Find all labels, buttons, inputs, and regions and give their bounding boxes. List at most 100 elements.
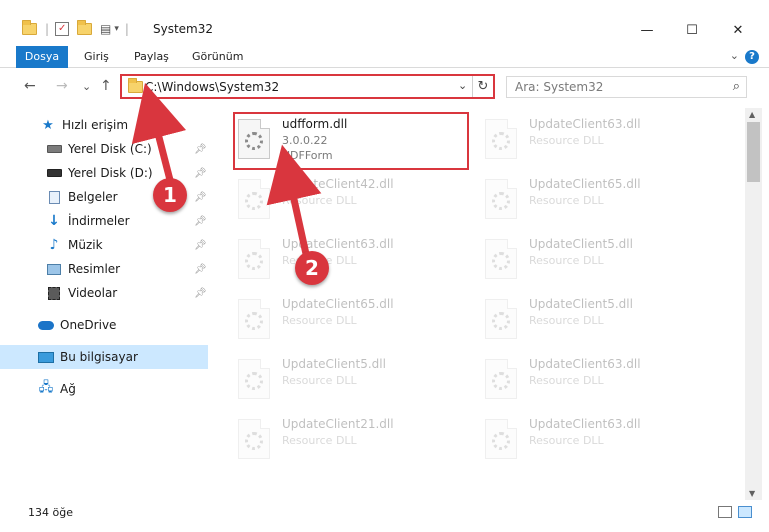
pin-icon[interactable]: 📌︎ [194,240,207,251]
file-type: Resource DLL [529,314,604,327]
minimize-button[interactable]: — [624,16,670,44]
search-input[interactable]: Ara: System32 [515,80,603,94]
help-icon[interactable]: ? [745,50,759,64]
file-type: Resource DLL [529,434,604,447]
disk-icon [46,142,62,156]
sidebar-item-label: Videolar [68,286,118,300]
cloud-icon [38,318,54,332]
folder-icon[interactable] [22,20,37,35]
file-item[interactable]: UpdateClient42.dll Resource DLL [232,175,462,227]
forward-button[interactable]: → [56,78,68,94]
file-type: Resource DLL [529,194,604,207]
file-type: Resource DLL [282,194,357,207]
search-box[interactable]: Ara: System32 ⌕ [506,76,747,98]
pin-icon[interactable]: 📌︎ [194,192,207,203]
disk-icon [46,166,62,180]
file-item[interactable]: UpdateClient5.dll Resource DLL [479,235,709,287]
file-type: Resource DLL [529,134,604,147]
pin-icon[interactable]: 📌︎ [194,144,207,155]
music-icon: ♪ [49,237,59,253]
address-bar[interactable]: C:\Windows\System32 ⌄ ↻ [120,74,495,99]
star-icon: ★ [42,117,54,133]
sidebar-item-label: Müzik [68,238,103,252]
file-item[interactable]: UpdateClient65.dll Resource DLL [232,295,462,347]
window-title: System32 [153,22,214,36]
file-type: Resource DLL [529,254,604,267]
customize-icon[interactable]: ▤ [100,22,111,36]
file-name: UpdateClient21.dll [282,417,394,431]
sidebar-item-network[interactable]: 🖧︎ Ağ [0,377,208,401]
sidebar-item-disk-c[interactable]: Yerel Disk (C:) 📌︎ [0,137,208,161]
sidebar-item-label: Belgeler [68,190,118,204]
dll-file-icon [485,179,517,219]
folder-icon [128,78,143,93]
pin-icon[interactable]: 📌︎ [194,168,207,179]
sidebar-item-label: Yerel Disk (C:) [68,142,152,156]
sidebar-item-videos[interactable]: Videolar 📌︎ [0,281,208,305]
downloads-icon: ↓ [48,213,60,229]
back-button[interactable]: ← [24,78,36,94]
pictures-icon [46,262,62,276]
details-view-icon[interactable] [718,506,732,518]
highlight-frame [233,112,469,170]
navigation-pane: ★ Hızlı erişim Yerel Disk (C:) 📌︎ Yerel … [0,110,210,500]
file-type: Resource DLL [282,434,357,447]
file-item[interactable]: UpdateClient63.dll Resource DLL [479,415,709,467]
file-name: UpdateClient42.dll [282,177,394,191]
customize-dropdown-icon[interactable]: ▾ [114,24,119,34]
scroll-up-icon[interactable]: ▲ [749,110,755,119]
file-item[interactable]: UpdateClient63.dll Resource DLL [479,355,709,407]
file-item[interactable]: UpdateClient5.dll Resource DLL [479,295,709,347]
properties-icon[interactable]: ✓ [55,22,70,36]
pin-icon[interactable]: 📌︎ [194,216,207,227]
vertical-scrollbar[interactable]: ▲ ▼ [745,108,762,500]
file-item[interactable]: UpdateClient65.dll Resource DLL [479,175,709,227]
file-item[interactable]: UpdateClient21.dll Resource DLL [232,415,462,467]
tab-home[interactable]: Giriş [84,46,109,68]
sidebar-item-music[interactable]: ♪ Müzik 📌︎ [0,233,208,257]
tab-share[interactable]: Paylaş [134,46,169,68]
file-name: UpdateClient5.dll [282,357,386,371]
sidebar-item-label: Bu bilgisayar [60,350,138,364]
sidebar-item-pictures[interactable]: Resimler 📌︎ [0,257,208,281]
up-button[interactable]: ↑ [100,78,112,94]
pin-icon[interactable]: 📌︎ [194,264,207,275]
tab-view[interactable]: Görünüm [192,46,243,68]
scroll-thumb[interactable] [747,122,760,182]
documents-icon [46,190,62,204]
address-path[interactable]: C:\Windows\System32 [145,80,279,94]
search-icon[interactable]: ⌕ [733,79,740,94]
close-button[interactable]: ✕ [715,16,761,44]
dll-file-icon [238,299,270,339]
ribbon-expand-icon[interactable]: ⌄ [730,49,739,62]
tab-file[interactable]: Dosya [16,46,68,68]
sidebar-item-onedrive[interactable]: OneDrive [0,313,208,337]
refresh-button[interactable]: ↻ [472,76,493,97]
file-item[interactable]: UpdateClient63.dll Resource DLL [479,115,709,167]
file-item[interactable]: UpdateClient5.dll Resource DLL [232,355,462,407]
address-dropdown-icon[interactable]: ⌄ [458,79,467,92]
network-icon: 🖧︎ [38,380,54,395]
step-marker-2: 2 [295,251,329,285]
sidebar-item-label: OneDrive [60,318,117,332]
maximize-button[interactable]: ☐ [669,16,715,44]
sidebar-item-quick-access[interactable]: ★ Hızlı erişim [0,113,208,137]
recent-locations-button[interactable]: ⌄ [82,80,91,93]
dll-file-icon [238,359,270,399]
sidebar-item-downloads[interactable]: ↓ İndirmeler 📌︎ [0,209,208,233]
pin-icon[interactable]: 📌︎ [194,288,207,299]
dll-file-icon [485,299,517,339]
new-folder-icon[interactable] [77,20,93,35]
computer-icon [38,350,54,364]
sidebar-item-this-pc[interactable]: Bu bilgisayar [0,345,208,369]
dll-file-icon [238,239,270,279]
large-icons-view-icon[interactable] [738,506,752,518]
file-item[interactable]: UpdateClient63.dll Resource DLL [232,235,462,287]
separator: | [45,22,50,36]
file-type: Resource DLL [282,314,357,327]
videos-icon [46,286,62,300]
scroll-down-icon[interactable]: ▼ [749,489,755,498]
sidebar-item-label: İndirmeler [68,214,130,228]
file-name: UpdateClient5.dll [529,237,633,251]
file-name: UpdateClient63.dll [282,237,394,251]
